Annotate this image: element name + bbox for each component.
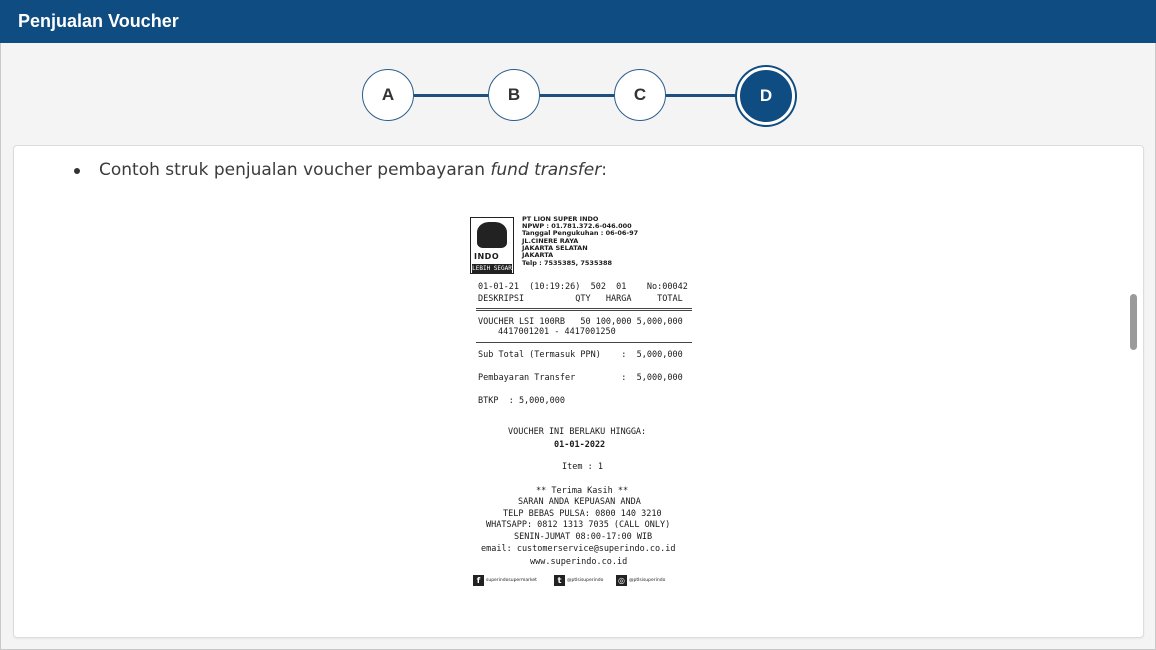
receipt-divider <box>476 342 692 343</box>
page-header: Penjualan Voucher <box>0 0 1156 43</box>
receipt-date-line: 01-01-21 (10:19:26) 502 01 No:00042 <box>478 282 688 292</box>
step-b[interactable]: B <box>488 69 540 121</box>
bullet-italic: fund transfer <box>490 160 602 180</box>
company-line: JAKARTA <box>522 251 554 259</box>
twitter-handle: @ptlsisuperindo <box>567 578 604 583</box>
company-line: Telp : 7535385, 7535388 <box>522 259 613 267</box>
facebook-handle: superindosupermarket <box>486 578 537 583</box>
step-connector <box>666 94 740 97</box>
receipt-item-count: Item : 1 <box>562 462 603 472</box>
receipt-valid-date: 01-01-2022 <box>554 440 606 450</box>
twitter-icon: t <box>554 575 565 586</box>
superindo-logo: INDO LEBIH SEGAR <box>470 217 514 274</box>
facebook-social: f superindosupermarket <box>473 575 537 586</box>
bullet-text: Contoh struk penjualan voucher pembayara… <box>99 160 607 180</box>
instagram-social: ◎ @ptlsisuperindo <box>616 575 665 586</box>
bullet-dot <box>74 168 80 174</box>
bullet-prefix: Contoh struk penjualan voucher pembayara… <box>99 160 491 180</box>
receipt-divider <box>476 308 692 311</box>
step-connector <box>414 94 490 97</box>
scrollbar-thumb[interactable] <box>1130 294 1137 350</box>
receipt-payment: Pembayaran Transfer : 5,000,000 <box>478 373 683 383</box>
receipt-headers: DESKRIPSI QTY HARGA TOTAL <box>478 294 683 304</box>
receipt-item: VOUCHER LSI 100RB 50 100,000 5,000,000 <box>478 317 683 327</box>
instagram-icon: ◎ <box>616 575 627 586</box>
receipt-footer-line: SARAN ANDA KEPUASAN ANDA <box>518 497 641 507</box>
step-connector <box>540 94 614 97</box>
receipt-footer-line: WHATSAPP: 0812 1313 7035 (CALL ONLY) <box>486 520 671 530</box>
company-line: Tanggal Pengukuhan : 06-06-97 <box>522 229 639 237</box>
page-title: Penjualan Voucher <box>18 11 179 31</box>
step-a[interactable]: A <box>362 69 414 121</box>
stepper: A B C D <box>362 67 796 125</box>
receipt-footer-line: TELP BEBAS PULSA: 0800 140 3210 <box>503 509 662 519</box>
receipt-image: INDO LEBIH SEGAR PT LION SUPER INDO NPWP… <box>468 212 694 596</box>
receipt-footer-line: www.superindo.co.id <box>530 557 628 567</box>
step-d[interactable]: D <box>737 67 795 125</box>
receipt-btkp: BTKP : 5,000,000 <box>478 396 565 406</box>
twitter-social: t @ptlsisuperindo <box>554 575 603 586</box>
lion-icon <box>477 222 507 248</box>
receipt-thanks: ** Terima Kasih ** <box>536 486 629 496</box>
instagram-handle: @ptlsisuperindo <box>629 578 666 583</box>
receipt-valid-label: VOUCHER INI BERLAKU HINGGA: <box>508 427 647 437</box>
receipt-subtotal: Sub Total (Termasuk PPN) : 5,000,000 <box>478 350 683 360</box>
bullet-suffix: : <box>601 160 607 180</box>
logo-text: INDO <box>474 252 500 261</box>
receipt-footer-line: SENIN-JUMAT 08:00-17:00 WIB <box>514 532 653 542</box>
receipt-serial: 4417001201 - 4417001250 <box>498 327 616 337</box>
logo-sub: LEBIH SEGAR <box>472 264 512 273</box>
receipt-footer-line: email: customerservice@superindo.co.id <box>481 544 676 554</box>
facebook-icon: f <box>473 575 484 586</box>
step-c[interactable]: C <box>614 69 666 121</box>
